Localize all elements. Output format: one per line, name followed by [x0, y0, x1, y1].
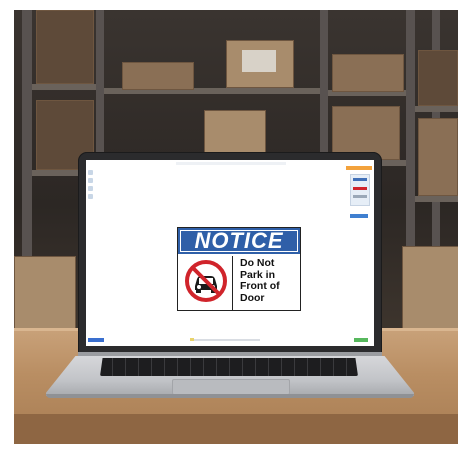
cardboard-box	[402, 246, 458, 330]
thumbnail-line	[353, 187, 367, 190]
status-left-button[interactable]	[88, 338, 104, 342]
table-front	[14, 414, 458, 444]
cardboard-box	[36, 10, 94, 84]
sign-line: Door	[240, 291, 265, 304]
laptop-screen[interactable]: NOTICE Do Not Park in Front of Door	[86, 160, 374, 346]
shelf-bar	[415, 106, 458, 112]
editor-top-bar	[176, 162, 286, 165]
zoom-handle[interactable]	[190, 338, 194, 341]
laptop-trackpad	[172, 379, 290, 395]
select-tool-icon[interactable]	[88, 170, 93, 175]
shelf-bar	[32, 84, 96, 90]
cardboard-box	[122, 62, 194, 90]
apply-button[interactable]	[350, 214, 368, 218]
shelf-bar	[415, 196, 458, 202]
shape-tool-icon[interactable]	[88, 194, 93, 199]
sign-body: Do Not Park in Front of Door	[178, 256, 300, 310]
panel-tab[interactable]	[346, 166, 372, 170]
cardboard-box	[14, 256, 76, 330]
box-label	[242, 50, 276, 72]
sign-line: Do Not	[240, 257, 275, 269]
sign-message: Do Not Park in Front of Door	[240, 257, 298, 304]
no-parking-car-icon	[185, 260, 227, 302]
templates-panel	[346, 166, 372, 226]
laptop-base-edge	[46, 394, 414, 398]
sign-header: NOTICE	[178, 228, 300, 256]
cardboard-box	[332, 54, 404, 92]
template-thumbnail[interactable]	[350, 174, 370, 206]
editor-toolbar	[88, 170, 94, 210]
text-tool-icon[interactable]	[88, 178, 93, 183]
cardboard-box	[418, 118, 458, 196]
cardboard-box	[204, 110, 266, 154]
laptop-keyboard	[100, 358, 358, 376]
save-button[interactable]	[354, 338, 368, 342]
zoom-slider[interactable]	[190, 339, 260, 341]
sign-divider	[232, 256, 233, 310]
thumbnail-header	[353, 178, 367, 181]
laptop-hinge	[78, 352, 382, 356]
image-tool-icon[interactable]	[88, 186, 93, 191]
notice-sign: NOTICE Do Not Park in Front of Door	[177, 227, 301, 311]
cardboard-box	[418, 50, 458, 106]
sign-title: NOTICE	[194, 228, 284, 253]
thumbnail-line	[353, 195, 367, 198]
sign-line: Front of	[240, 280, 280, 292]
